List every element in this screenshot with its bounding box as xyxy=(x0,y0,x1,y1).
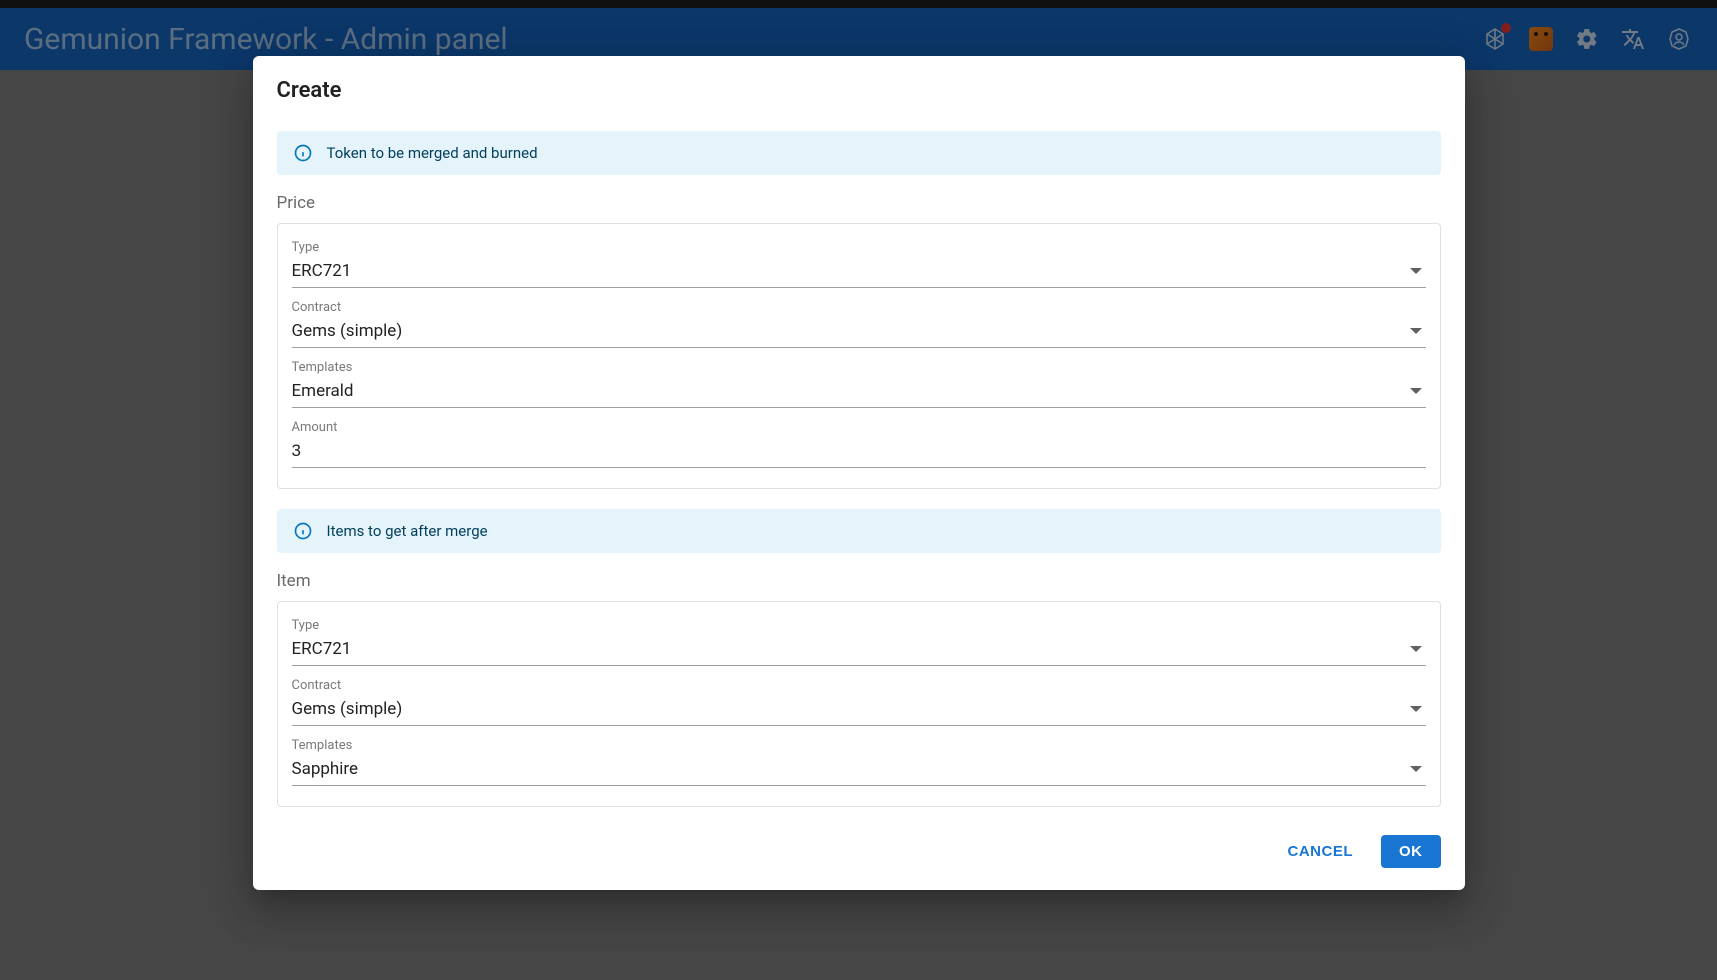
price-type-select[interactable]: ERC721 xyxy=(292,257,1426,288)
price-templates-value: Emerald xyxy=(292,381,354,401)
item-type-label: Type xyxy=(292,618,1426,633)
info-alert-item-text: Items to get after merge xyxy=(327,522,488,540)
info-alert-item: Items to get after merge xyxy=(277,509,1441,553)
price-amount-field: Amount xyxy=(292,414,1426,468)
item-type-select[interactable]: ERC721 xyxy=(292,635,1426,666)
info-alert-price: Token to be merged and burned xyxy=(277,131,1441,175)
item-templates-field: Templates Sapphire xyxy=(292,732,1426,786)
price-contract-value: Gems (simple) xyxy=(292,321,403,341)
section-label-item: Item xyxy=(277,571,1441,591)
item-contract-field: Contract Gems (simple) xyxy=(292,672,1426,726)
price-card: Type ERC721 Contract Gems (simple) Templ… xyxy=(277,223,1441,489)
section-label-price: Price xyxy=(277,193,1441,213)
chevron-down-icon xyxy=(1410,268,1422,274)
price-templates-label: Templates xyxy=(292,360,1426,375)
cancel-button[interactable]: CANCEL xyxy=(1270,835,1372,868)
item-type-value: ERC721 xyxy=(292,639,352,659)
price-contract-select[interactable]: Gems (simple) xyxy=(292,317,1426,348)
chevron-down-icon xyxy=(1410,706,1422,712)
chevron-down-icon xyxy=(1410,328,1422,334)
create-dialog: Create Token to be merged and burned Pri… xyxy=(253,56,1465,890)
price-contract-field: Contract Gems (simple) xyxy=(292,294,1426,348)
item-templates-select[interactable]: Sapphire xyxy=(292,755,1426,786)
item-type-field: Type ERC721 xyxy=(292,612,1426,666)
info-icon xyxy=(293,143,313,163)
item-contract-select[interactable]: Gems (simple) xyxy=(292,695,1426,726)
price-templates-select[interactable]: Emerald xyxy=(292,377,1426,408)
chevron-down-icon xyxy=(1410,766,1422,772)
chevron-down-icon xyxy=(1410,388,1422,394)
chevron-down-icon xyxy=(1410,646,1422,652)
info-alert-price-text: Token to be merged and burned xyxy=(327,144,538,162)
price-amount-input[interactable] xyxy=(292,437,1426,468)
info-icon xyxy=(293,521,313,541)
item-templates-value: Sapphire xyxy=(292,759,359,779)
dialog-title: Create xyxy=(277,78,1441,103)
item-contract-value: Gems (simple) xyxy=(292,699,403,719)
dialog-actions: CANCEL OK xyxy=(277,835,1441,868)
price-type-field: Type ERC721 xyxy=(292,234,1426,288)
item-card: Type ERC721 Contract Gems (simple) Templ… xyxy=(277,601,1441,807)
price-amount-label: Amount xyxy=(292,420,1426,435)
price-type-label: Type xyxy=(292,240,1426,255)
price-type-value: ERC721 xyxy=(292,261,352,281)
item-contract-label: Contract xyxy=(292,678,1426,693)
price-templates-field: Templates Emerald xyxy=(292,354,1426,408)
item-templates-label: Templates xyxy=(292,738,1426,753)
ok-button[interactable]: OK xyxy=(1381,835,1441,868)
price-contract-label: Contract xyxy=(292,300,1426,315)
